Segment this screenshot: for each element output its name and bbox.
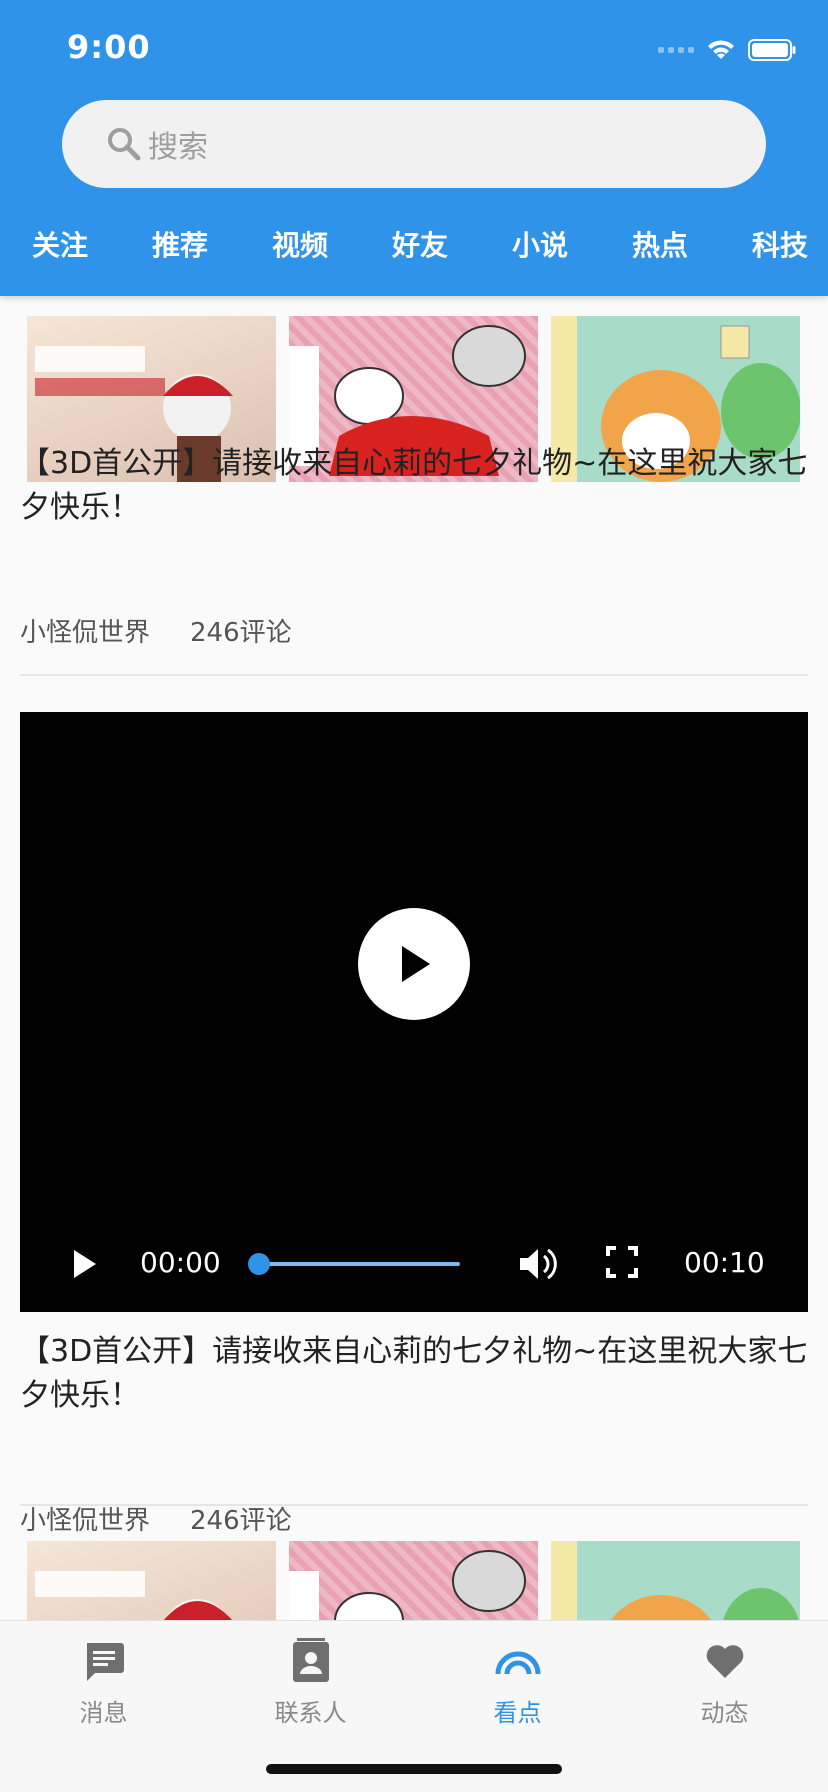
current-time: 00:00 (140, 1246, 221, 1279)
post-author[interactable]: 小怪侃世界 (20, 618, 150, 648)
divider (20, 1504, 808, 1506)
search-input[interactable]: 搜索 (62, 100, 766, 188)
nav-item-contacts[interactable]: 联系人 (207, 1637, 414, 1728)
progress-bar[interactable] (256, 1262, 460, 1266)
divider (20, 674, 808, 676)
tab-recommend[interactable]: 推荐 (152, 224, 208, 264)
category-tabs: 关注 推荐 视频 好友 小说 热点 科技 (0, 224, 828, 272)
post-title[interactable]: 【3D首公开】请接收来自心莉的七夕礼物~在这里祝大家七夕快乐！ (20, 442, 810, 530)
tab-follow[interactable]: 关注 (32, 224, 88, 264)
tab-hot[interactable]: 热点 (632, 224, 688, 264)
play-button[interactable] (358, 908, 470, 1020)
nav-item-kandian[interactable]: 看点 (414, 1637, 621, 1728)
search-placeholder: 搜索 (148, 130, 208, 165)
post-title[interactable]: 【3D首公开】请接收来自心莉的七夕礼物~在这里祝大家七夕快乐！ (20, 1330, 810, 1418)
video-controls: 00:00 00:10 (20, 1216, 808, 1312)
status-time: 9:00 (67, 28, 151, 66)
contacts-icon (292, 1638, 329, 1682)
status-icons (658, 38, 796, 62)
app-header: 9:00 搜索 关注 推荐 视频 好友 小说 热点 科技 (0, 0, 828, 296)
post-comments[interactable]: 246评论 (190, 618, 292, 648)
signal-icon (658, 47, 694, 53)
fullscreen-icon[interactable] (604, 1244, 640, 1280)
play-icon[interactable] (70, 1246, 100, 1282)
battery-icon (748, 39, 796, 61)
nav-label: 动态 (700, 1699, 749, 1727)
heart-icon (706, 1645, 743, 1678)
post-comments[interactable]: 246评论 (190, 1506, 292, 1536)
nav-item-moments[interactable]: 动态 (621, 1637, 828, 1728)
wifi-icon (708, 40, 734, 59)
nav-label: 联系人 (274, 1699, 347, 1727)
duration-time: 00:10 (684, 1246, 765, 1279)
search-icon (108, 128, 141, 161)
nav-item-messages[interactable]: 消息 (0, 1637, 207, 1728)
progress-handle[interactable] (248, 1253, 270, 1275)
post-author[interactable]: 小怪侃世界 (20, 1506, 150, 1536)
rainbow-icon (495, 1651, 540, 1675)
post-meta: 小怪侃世界 246评论 (20, 612, 292, 649)
tab-friends[interactable]: 好友 (392, 224, 448, 264)
home-indicator[interactable] (266, 1764, 562, 1774)
message-icon (86, 1643, 124, 1681)
play-icon (402, 946, 430, 982)
tab-novel[interactable]: 小说 (512, 224, 568, 264)
video-player[interactable]: 00:00 00:10 (20, 712, 808, 1312)
tab-tech[interactable]: 科技 (752, 224, 808, 264)
tab-video[interactable]: 视频 (272, 224, 328, 264)
volume-icon[interactable] (518, 1244, 560, 1284)
nav-label: 消息 (79, 1699, 128, 1727)
nav-label: 看点 (493, 1699, 542, 1727)
